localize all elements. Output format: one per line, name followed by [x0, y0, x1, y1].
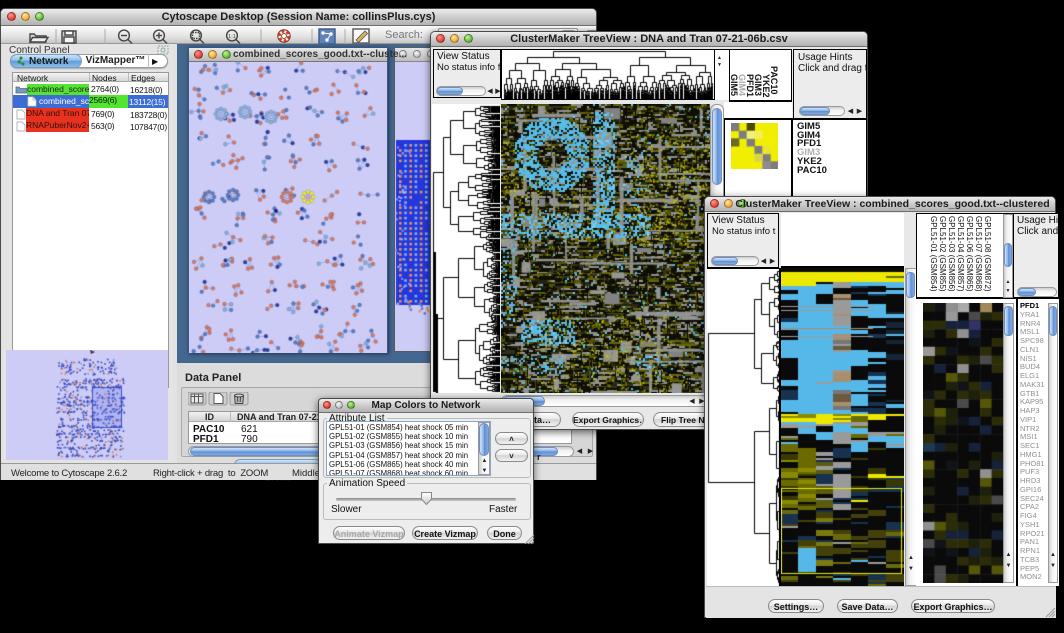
svg-text:1:1: 1:1 — [228, 34, 236, 40]
